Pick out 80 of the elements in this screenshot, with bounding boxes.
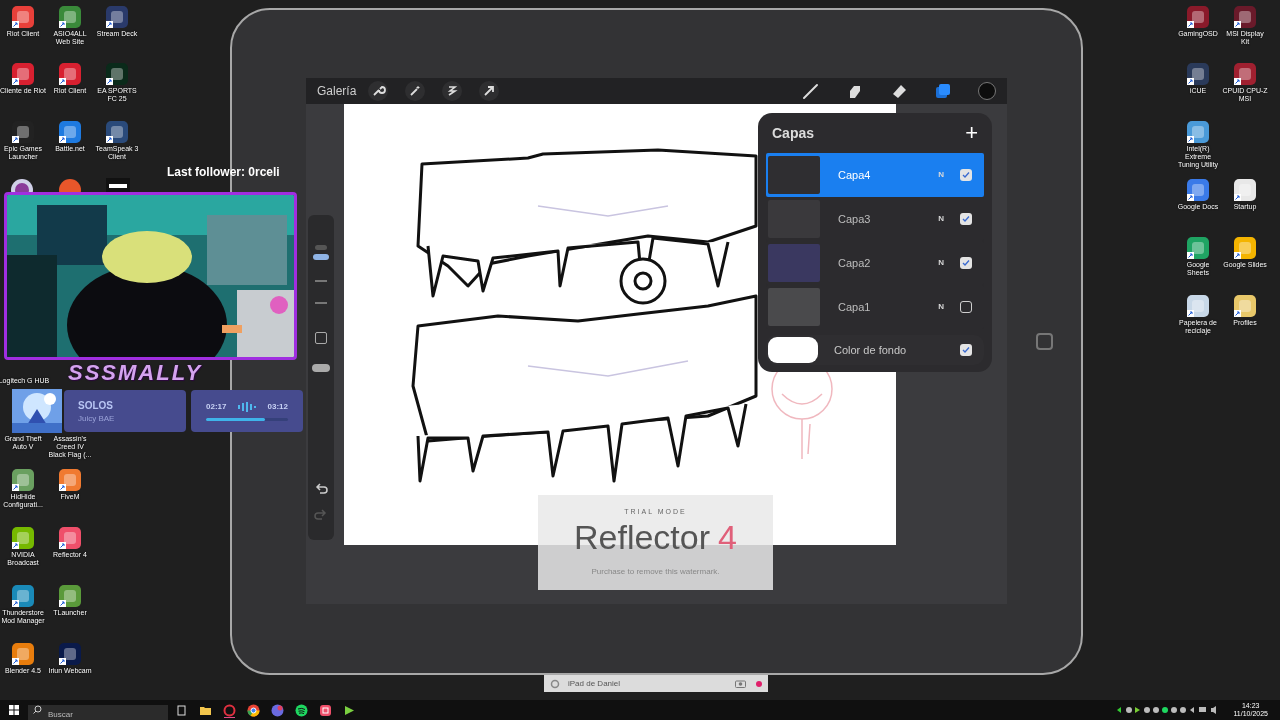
camera-icon[interactable]	[735, 679, 746, 688]
magic-wand-icon[interactable]	[405, 81, 426, 101]
app-icon[interactable]	[1233, 5, 1257, 29]
slider-handle[interactable]	[313, 254, 329, 260]
gallery-button[interactable]: Galería	[317, 82, 357, 100]
undo-icon[interactable]	[314, 482, 328, 494]
watermark-note: Purchase to remove this watermark.	[591, 565, 720, 578]
layer-name: Capa2	[838, 255, 872, 271]
blend-mode-button[interactable]: N	[938, 213, 944, 225]
app-icon[interactable]	[58, 5, 82, 29]
app-icon[interactable]	[1186, 120, 1210, 144]
app-icon[interactable]	[11, 642, 35, 666]
app-icon[interactable]	[105, 62, 129, 86]
layer-thumbnail	[768, 244, 820, 282]
browser-icon[interactable]	[246, 702, 261, 718]
app-icon[interactable]	[58, 468, 82, 492]
app-icon[interactable]	[58, 62, 82, 86]
app-icon[interactable]	[58, 120, 82, 144]
add-layer-button[interactable]: +	[965, 122, 978, 144]
layer-thumbnail	[768, 156, 820, 194]
elapsed-time: 02:17	[206, 401, 227, 413]
streamer-name: SSSMALLY	[68, 360, 203, 386]
color-swatch[interactable]	[978, 82, 996, 100]
track-artist: Juicy BAE	[78, 412, 116, 425]
modify-button[interactable]	[315, 332, 327, 344]
settings-icon[interactable]	[550, 678, 560, 689]
app-icon[interactable]	[105, 120, 129, 144]
app-icon[interactable]	[1186, 178, 1210, 202]
layer-name: Color de fondo	[834, 342, 908, 358]
layers-icon[interactable]	[934, 82, 952, 100]
app-icon[interactable]	[1186, 294, 1210, 318]
visibility-checkbox[interactable]	[960, 257, 972, 269]
layer-name: Capa1	[838, 299, 872, 315]
app-icon[interactable]	[1233, 294, 1257, 318]
panel-title: Capas	[772, 123, 815, 143]
visibility-checkbox[interactable]	[960, 169, 972, 181]
app-icon[interactable]	[1233, 178, 1257, 202]
layer-name: Capa4	[838, 167, 872, 183]
app-icon[interactable]	[106, 178, 130, 192]
selection-icon[interactable]	[442, 81, 463, 101]
wrench-icon[interactable]	[368, 81, 389, 101]
app-icon[interactable]	[1186, 62, 1210, 86]
app-icon[interactable]	[11, 468, 35, 492]
music-app-icon[interactable]	[294, 702, 309, 718]
task-view-icon[interactable]	[174, 702, 189, 718]
app-icon[interactable]	[1233, 236, 1257, 260]
layer-thumbnail	[768, 288, 820, 326]
app-icon[interactable]	[1186, 5, 1210, 29]
waveform-icon	[237, 402, 257, 412]
search-field[interactable]: Buscar	[28, 704, 168, 720]
visibility-checkbox[interactable]	[960, 213, 972, 225]
eraser-icon[interactable]	[890, 82, 908, 100]
visibility-checkbox[interactable]	[960, 344, 972, 356]
layer-name: Capa3	[838, 211, 872, 227]
app-icon[interactable]	[11, 5, 35, 29]
app-icon[interactable]	[11, 584, 35, 608]
app-icon[interactable]	[58, 642, 82, 666]
blend-mode-button[interactable]: N	[938, 257, 944, 269]
windows-start-icon[interactable]	[9, 705, 19, 715]
visibility-checkbox[interactable]	[960, 301, 972, 313]
app-icon[interactable]	[1233, 62, 1257, 86]
home-button[interactable]	[1036, 333, 1053, 350]
app-icon[interactable]	[318, 702, 333, 718]
track-title: SOLOS	[78, 398, 114, 413]
app-icon[interactable]	[58, 584, 82, 608]
app-icon[interactable]	[11, 526, 35, 550]
device-name: iPad de Daniel	[568, 677, 622, 690]
brush-icon[interactable]	[802, 82, 820, 100]
blend-mode-button[interactable]: N	[938, 301, 944, 313]
slider-tick	[315, 280, 327, 282]
watermark-app-name: Reflector	[574, 519, 711, 554]
app-icon[interactable]	[11, 62, 35, 86]
track-duration: 03:12	[267, 401, 288, 413]
layer-row[interactable]: Capa4 N	[766, 153, 984, 197]
app-icon[interactable]	[105, 5, 129, 29]
watermark-version: 4	[718, 519, 737, 554]
slider-tick	[315, 302, 327, 304]
app-icon[interactable]	[1186, 236, 1210, 260]
app-icon[interactable]	[58, 526, 82, 550]
search-icon	[33, 705, 42, 714]
